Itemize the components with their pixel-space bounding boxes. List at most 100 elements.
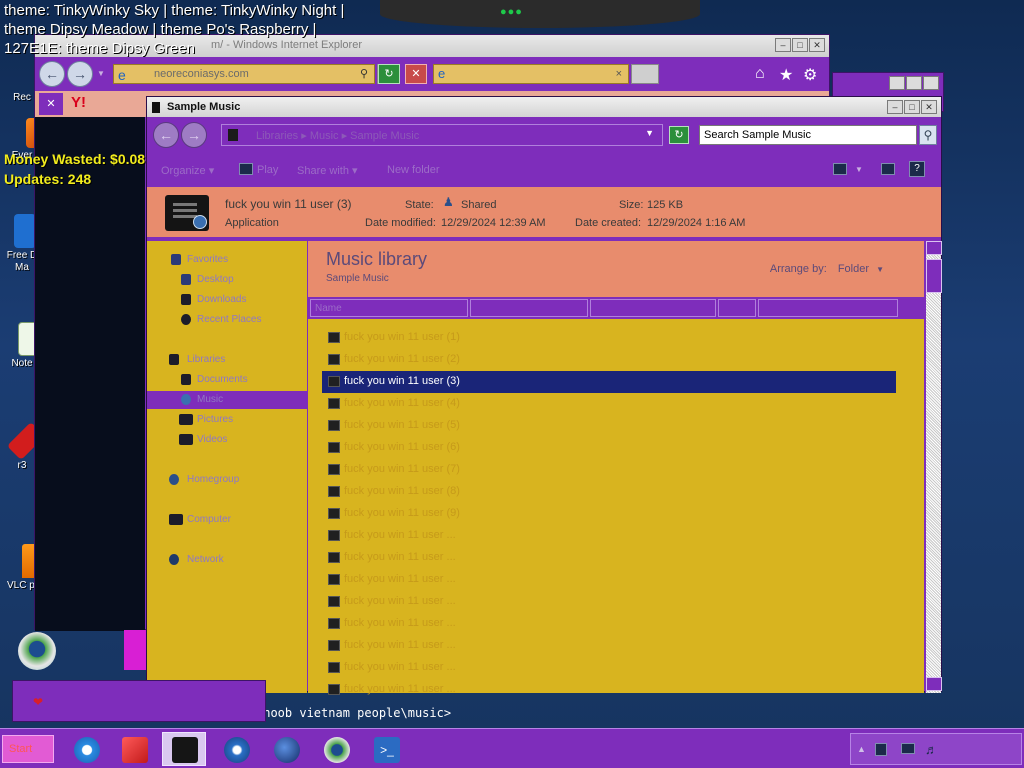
scroll-up-button[interactable]	[926, 241, 942, 255]
column-header-name[interactable]: Name	[310, 299, 468, 317]
explorer-back-button[interactable]: ←	[153, 122, 179, 148]
file-row[interactable]: fuck you win 11 user ...	[322, 635, 896, 657]
start-button[interactable]: Start	[2, 735, 54, 763]
refresh-button[interactable]: ↻	[378, 64, 400, 84]
action-center-icon[interactable]	[875, 743, 887, 756]
explorer-forward-button[interactable]: →	[181, 122, 207, 148]
new-tab-button[interactable]	[631, 64, 659, 84]
search-icon[interactable]: ⚲	[919, 125, 937, 145]
file-row[interactable]: fuck you win 11 user (8)	[322, 481, 896, 503]
media-player-icon	[224, 737, 250, 763]
file-row[interactable]: fuck you win 11 user ...	[322, 591, 896, 613]
file-row[interactable]: fuck you win 11 user ...	[322, 569, 896, 591]
ie-address-bar[interactable]: e neoreconiasys.com ⚲	[113, 64, 375, 84]
size-value: 125 KB	[647, 199, 684, 211]
yahoo-icon[interactable]: Y!	[71, 94, 86, 111]
taskbar-app-red[interactable]	[112, 732, 156, 766]
file-row[interactable]: fuck you win 11 user (4)	[322, 393, 896, 415]
vertical-scrollbar[interactable]	[925, 241, 942, 693]
tab-close-icon[interactable]: ×	[616, 68, 622, 80]
taskbar-browser[interactable]	[314, 732, 358, 766]
nav-desktop[interactable]: Desktop	[147, 271, 307, 289]
nav-network[interactable]: Network	[147, 551, 307, 569]
modified-value: 12/29/2024 12:39 AM	[441, 217, 546, 229]
taskbar-globe[interactable]	[264, 732, 308, 766]
close-tab-icon[interactable]: ✕	[39, 93, 63, 115]
forward-button[interactable]: →	[67, 61, 93, 87]
chevron-down-icon[interactable]: ▼	[645, 128, 654, 138]
file-row-label: fuck you win 11 user ...	[344, 573, 456, 585]
scroll-thumb[interactable]	[926, 259, 942, 293]
home-icon[interactable]: ⌂	[755, 65, 765, 83]
search-input[interactable]: Search Sample Music	[699, 125, 917, 145]
bg-close-button[interactable]	[923, 76, 939, 90]
close-button[interactable]: ✕	[809, 38, 825, 52]
file-row[interactable]: fuck you win 11 user (2)	[322, 349, 896, 371]
organize-button[interactable]: Organize ▾	[161, 164, 214, 177]
recent-pages-icon[interactable]: ▼	[97, 69, 105, 78]
file-row-label: fuck you win 11 user ...	[344, 661, 456, 673]
column-header-3[interactable]	[590, 299, 716, 317]
column-header-5[interactable]	[758, 299, 898, 317]
new-folder-button[interactable]: New folder	[387, 164, 440, 176]
favorites-star-icon[interactable]: ★	[779, 65, 793, 85]
scroll-down-button[interactable]	[926, 677, 942, 691]
view-options-icon[interactable]	[833, 163, 847, 175]
downloads-icon	[181, 294, 191, 305]
taskbar-explorer[interactable]	[162, 732, 206, 766]
taskbar-ie[interactable]	[64, 732, 108, 766]
minimize-button[interactable]: –	[775, 38, 791, 52]
column-header-4[interactable]	[718, 299, 756, 317]
file-row[interactable]: fuck you win 11 user (6)	[322, 437, 896, 459]
nav-recent-places[interactable]: Recent Places	[147, 311, 307, 329]
file-row[interactable]: fuck you win 11 user (3)	[322, 371, 896, 393]
nav-pictures[interactable]: Pictures	[147, 411, 307, 429]
breadcrumb[interactable]: Libraries ▸ Music ▸ Sample Music ▼	[221, 124, 663, 146]
arrange-by[interactable]: Arrange by: Folder ▼	[770, 263, 884, 275]
explorer-maximize-button[interactable]: □	[904, 100, 920, 114]
column-header-2[interactable]	[470, 299, 588, 317]
file-row[interactable]: fuck you win 11 user ...	[322, 679, 896, 701]
nav-favorites[interactable]: Favorites	[147, 251, 307, 269]
file-row[interactable]: fuck you win 11 user ...	[322, 547, 896, 569]
explorer-minimize-button[interactable]: –	[887, 100, 903, 114]
desktop-icon-browser[interactable]	[16, 630, 62, 670]
maximize-button[interactable]: □	[792, 38, 808, 52]
back-button[interactable]: ←	[39, 61, 65, 87]
file-row[interactable]: fuck you win 11 user ...	[322, 613, 896, 635]
documents-icon	[181, 374, 191, 385]
taskbar-powershell[interactable]: >_	[364, 732, 408, 766]
tools-gear-icon[interactable]: ⚙	[803, 65, 817, 85]
search-icon[interactable]: ⚲	[360, 67, 368, 80]
state-value: Shared	[461, 199, 497, 211]
explorer-close-button[interactable]: ✕	[921, 100, 937, 114]
nav-computer[interactable]: Computer	[147, 511, 307, 529]
nav-homegroup[interactable]: Homegroup	[147, 471, 307, 489]
stop-button[interactable]: ✕	[405, 64, 427, 84]
file-row[interactable]: fuck you win 11 user (7)	[322, 459, 896, 481]
share-with-button[interactable]: Share with ▾	[297, 164, 358, 177]
file-row[interactable]: fuck you win 11 user (5)	[322, 415, 896, 437]
volume-icon[interactable]: ♬	[925, 742, 938, 757]
file-row[interactable]: fuck you win 11 user ...	[322, 525, 896, 547]
bg-minimize-button[interactable]	[889, 76, 905, 90]
play-button[interactable]: Play	[257, 164, 278, 176]
file-row[interactable]: fuck you win 11 user ...	[322, 657, 896, 679]
taskbar-media-player[interactable]	[214, 732, 258, 766]
nav-music[interactable]: Music	[147, 391, 307, 409]
help-icon[interactable]: ?	[909, 161, 925, 177]
bg-maximize-button[interactable]	[906, 76, 922, 90]
explorer-refresh-button[interactable]: ↻	[669, 126, 689, 144]
view-chevron-icon[interactable]: ▼	[855, 165, 863, 174]
file-row[interactable]: fuck you win 11 user (1)	[322, 327, 896, 349]
network-tray-icon[interactable]	[901, 743, 915, 754]
preview-pane-icon[interactable]	[881, 163, 895, 175]
tray-expand-icon[interactable]: ▲	[857, 744, 866, 754]
nav-videos[interactable]: Videos	[147, 431, 307, 449]
nav-documents[interactable]: Documents	[147, 371, 307, 389]
ie-tab-active[interactable]: e ×	[433, 64, 629, 84]
file-row[interactable]: fuck you win 11 user (9)	[322, 503, 896, 525]
nav-libraries[interactable]: Libraries	[147, 351, 307, 369]
nav-downloads[interactable]: Downloads	[147, 291, 307, 309]
nav-desktop-label: Desktop	[197, 274, 234, 285]
